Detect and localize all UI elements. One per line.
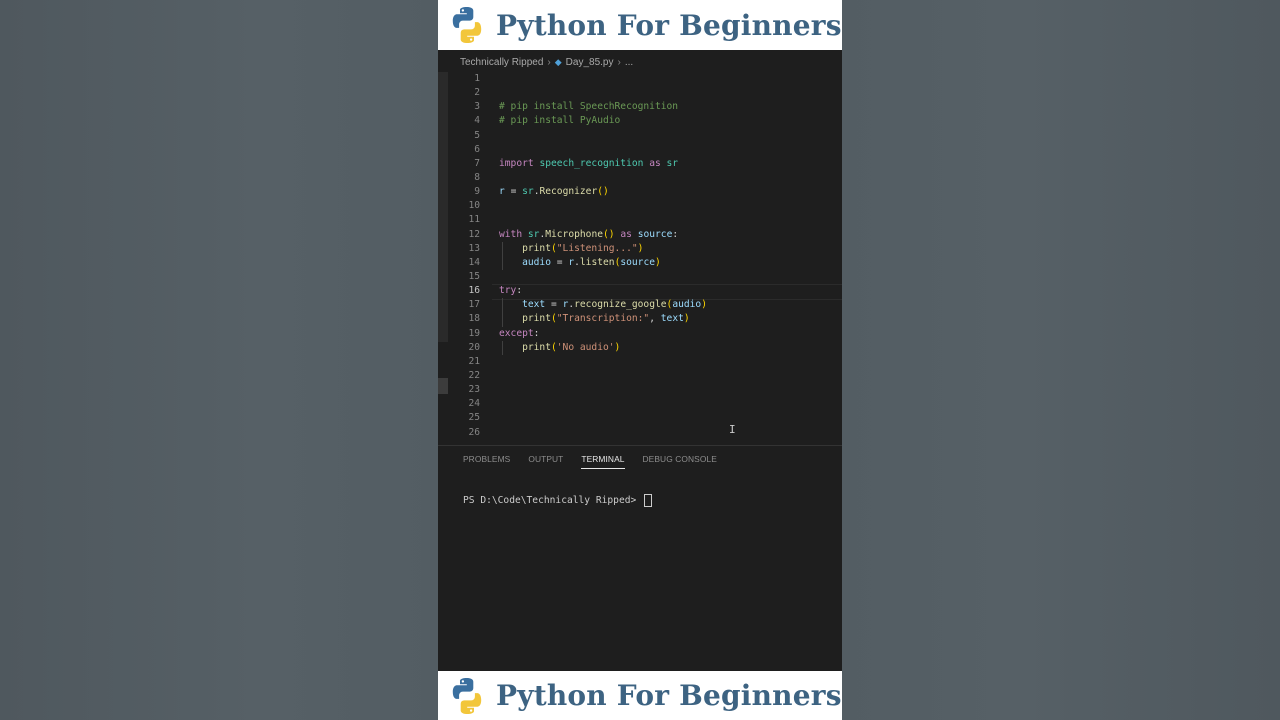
line-number: 18 [468, 313, 480, 325]
code-line[interactable]: 1 [438, 72, 842, 86]
code-line[interactable]: 16 try: [438, 284, 842, 301]
code-line[interactable]: 7 import speech_recognition as sr [438, 157, 842, 171]
line-text: text = r.recognize_google(audio) [522, 299, 707, 311]
code-line[interactable]: 21 [438, 355, 842, 369]
line-number: 3 [474, 101, 480, 113]
line-text: with sr.Microphone() as source: [499, 228, 679, 240]
line-number: 5 [474, 129, 480, 141]
line-number: 15 [468, 270, 480, 282]
code-line[interactable]: 19 except: [438, 327, 842, 341]
line-text: # pip install SpeechRecognition [499, 101, 679, 113]
tab-problems[interactable]: PROBLEMS [463, 454, 510, 469]
code-line[interactable]: 6 [438, 143, 842, 157]
line-number: 1 [474, 73, 480, 84]
tab-output[interactable]: OUTPUT [528, 454, 563, 469]
banner-title: Python For Beginners [496, 679, 842, 712]
code-line[interactable]: 3 # pip install SpeechRecognition [438, 100, 842, 114]
chevron-right-icon: › [617, 57, 621, 68]
code-line[interactable]: 23 [438, 383, 842, 397]
breadcrumb-more[interactable]: ... [625, 57, 633, 68]
python-file-icon: ◆ [554, 57, 562, 67]
code-line[interactable]: 2 [438, 86, 842, 100]
right-blurred-background [842, 0, 1280, 720]
line-number: 14 [468, 256, 480, 268]
line-number: 10 [468, 200, 480, 212]
line-text: print('No audio') [522, 341, 621, 353]
line-number: 13 [468, 242, 480, 254]
line-number: 2 [474, 87, 480, 99]
breadcrumb: Technically Ripped › ◆ Day_85.py › ... [460, 57, 633, 68]
code-line[interactable]: 20 print('No audio') [438, 341, 842, 355]
breadcrumb-file[interactable]: Day_85.py [566, 57, 614, 68]
line-number: 9 [474, 186, 480, 198]
code-line[interactable]: 15 [438, 270, 842, 284]
bottom-panel: PROBLEMS OUTPUT TERMINAL DEBUG CONSOLE PS D… [438, 445, 842, 672]
line-number: 22 [468, 369, 480, 381]
line-number: 8 [474, 171, 480, 183]
line-number: 24 [468, 398, 480, 410]
code-line[interactable]: 25 [438, 411, 842, 425]
line-number: 21 [468, 355, 480, 367]
code-line[interactable]: 8 [438, 171, 842, 185]
text-cursor-icon: I [729, 423, 736, 436]
breadcrumb-folder[interactable]: Technically Ripped [460, 57, 543, 68]
line-text: audio = r.listen(source) [522, 256, 661, 268]
bottom-banner: Python For Beginners [438, 671, 842, 720]
code-line[interactable]: 17 text = r.recognize_google(audio) [438, 298, 842, 312]
python-logo-icon [452, 7, 482, 43]
line-number: 12 [468, 228, 480, 240]
line-number: 20 [468, 341, 480, 353]
line-number: 26 [468, 426, 480, 438]
line-number: 16 [468, 285, 480, 297]
line-number: 4 [474, 115, 480, 127]
left-blurred-background [0, 0, 438, 720]
video-frame: Python For Beginners Technically Ripped … [438, 0, 842, 720]
line-number: 23 [468, 384, 480, 396]
code-line[interactable]: 26 [438, 426, 842, 440]
line-text: r = sr.Recognizer() [499, 186, 609, 198]
panel-tabs: PROBLEMS OUTPUT TERMINAL DEBUG CONSOLE [463, 454, 717, 469]
code-line[interactable]: 13 print("Listening...") [438, 242, 842, 256]
code-line[interactable]: 22 [438, 369, 842, 383]
tab-debug-console[interactable]: DEBUG CONSOLE [643, 454, 717, 469]
line-text: print("Transcription:", text) [522, 313, 690, 325]
banner-title: Python For Beginners [496, 8, 842, 42]
code-line[interactable]: 14 audio = r.listen(source) [438, 256, 842, 270]
terminal-line[interactable]: PS D:\Code\Technically Ripped> [463, 494, 653, 507]
code-line[interactable]: 18 print("Transcription:", text) [438, 312, 842, 326]
indent-guide [502, 298, 503, 327]
tab-terminal[interactable]: TERMINAL [581, 454, 625, 469]
terminal-prompt: PS D:\Code\Technically Ripped> [463, 495, 643, 506]
line-text: # pip install PyAudio [499, 115, 621, 127]
line-text: try: [499, 285, 523, 297]
line-number: 25 [468, 412, 480, 424]
indent-guide [502, 340, 503, 355]
top-banner: Python For Beginners [438, 0, 842, 50]
chevron-right-icon: › [547, 57, 551, 68]
code-lines[interactable]: 1 2 3 # pip install SpeechRecognition 4 # pip… [438, 72, 842, 440]
line-text: except: [499, 327, 540, 339]
code-line[interactable]: 9 r = sr.Recognizer() [438, 185, 842, 199]
line-text: print("Listening...") [522, 242, 644, 254]
line-number: 11 [468, 214, 480, 226]
line-number: 17 [468, 299, 480, 311]
line-number: 7 [474, 157, 480, 169]
line-number: 19 [468, 327, 480, 339]
code-line[interactable]: 4 # pip install PyAudio [438, 114, 842, 128]
code-line[interactable]: 10 [438, 199, 842, 213]
line-number: 6 [474, 143, 480, 155]
code-line[interactable]: 5 [438, 129, 842, 143]
code-line[interactable]: 24 [438, 397, 842, 411]
code-editor[interactable]: Technically Ripped › ◆ Day_85.py › ... 1… [438, 51, 842, 445]
python-logo-icon [452, 677, 482, 714]
indent-guide [502, 241, 503, 271]
line-text: import speech_recognition as sr [499, 157, 679, 169]
terminal-cursor [644, 494, 653, 507]
code-line[interactable]: 11 [438, 213, 842, 227]
code-line[interactable]: 12 with sr.Microphone() as source: [438, 228, 842, 242]
